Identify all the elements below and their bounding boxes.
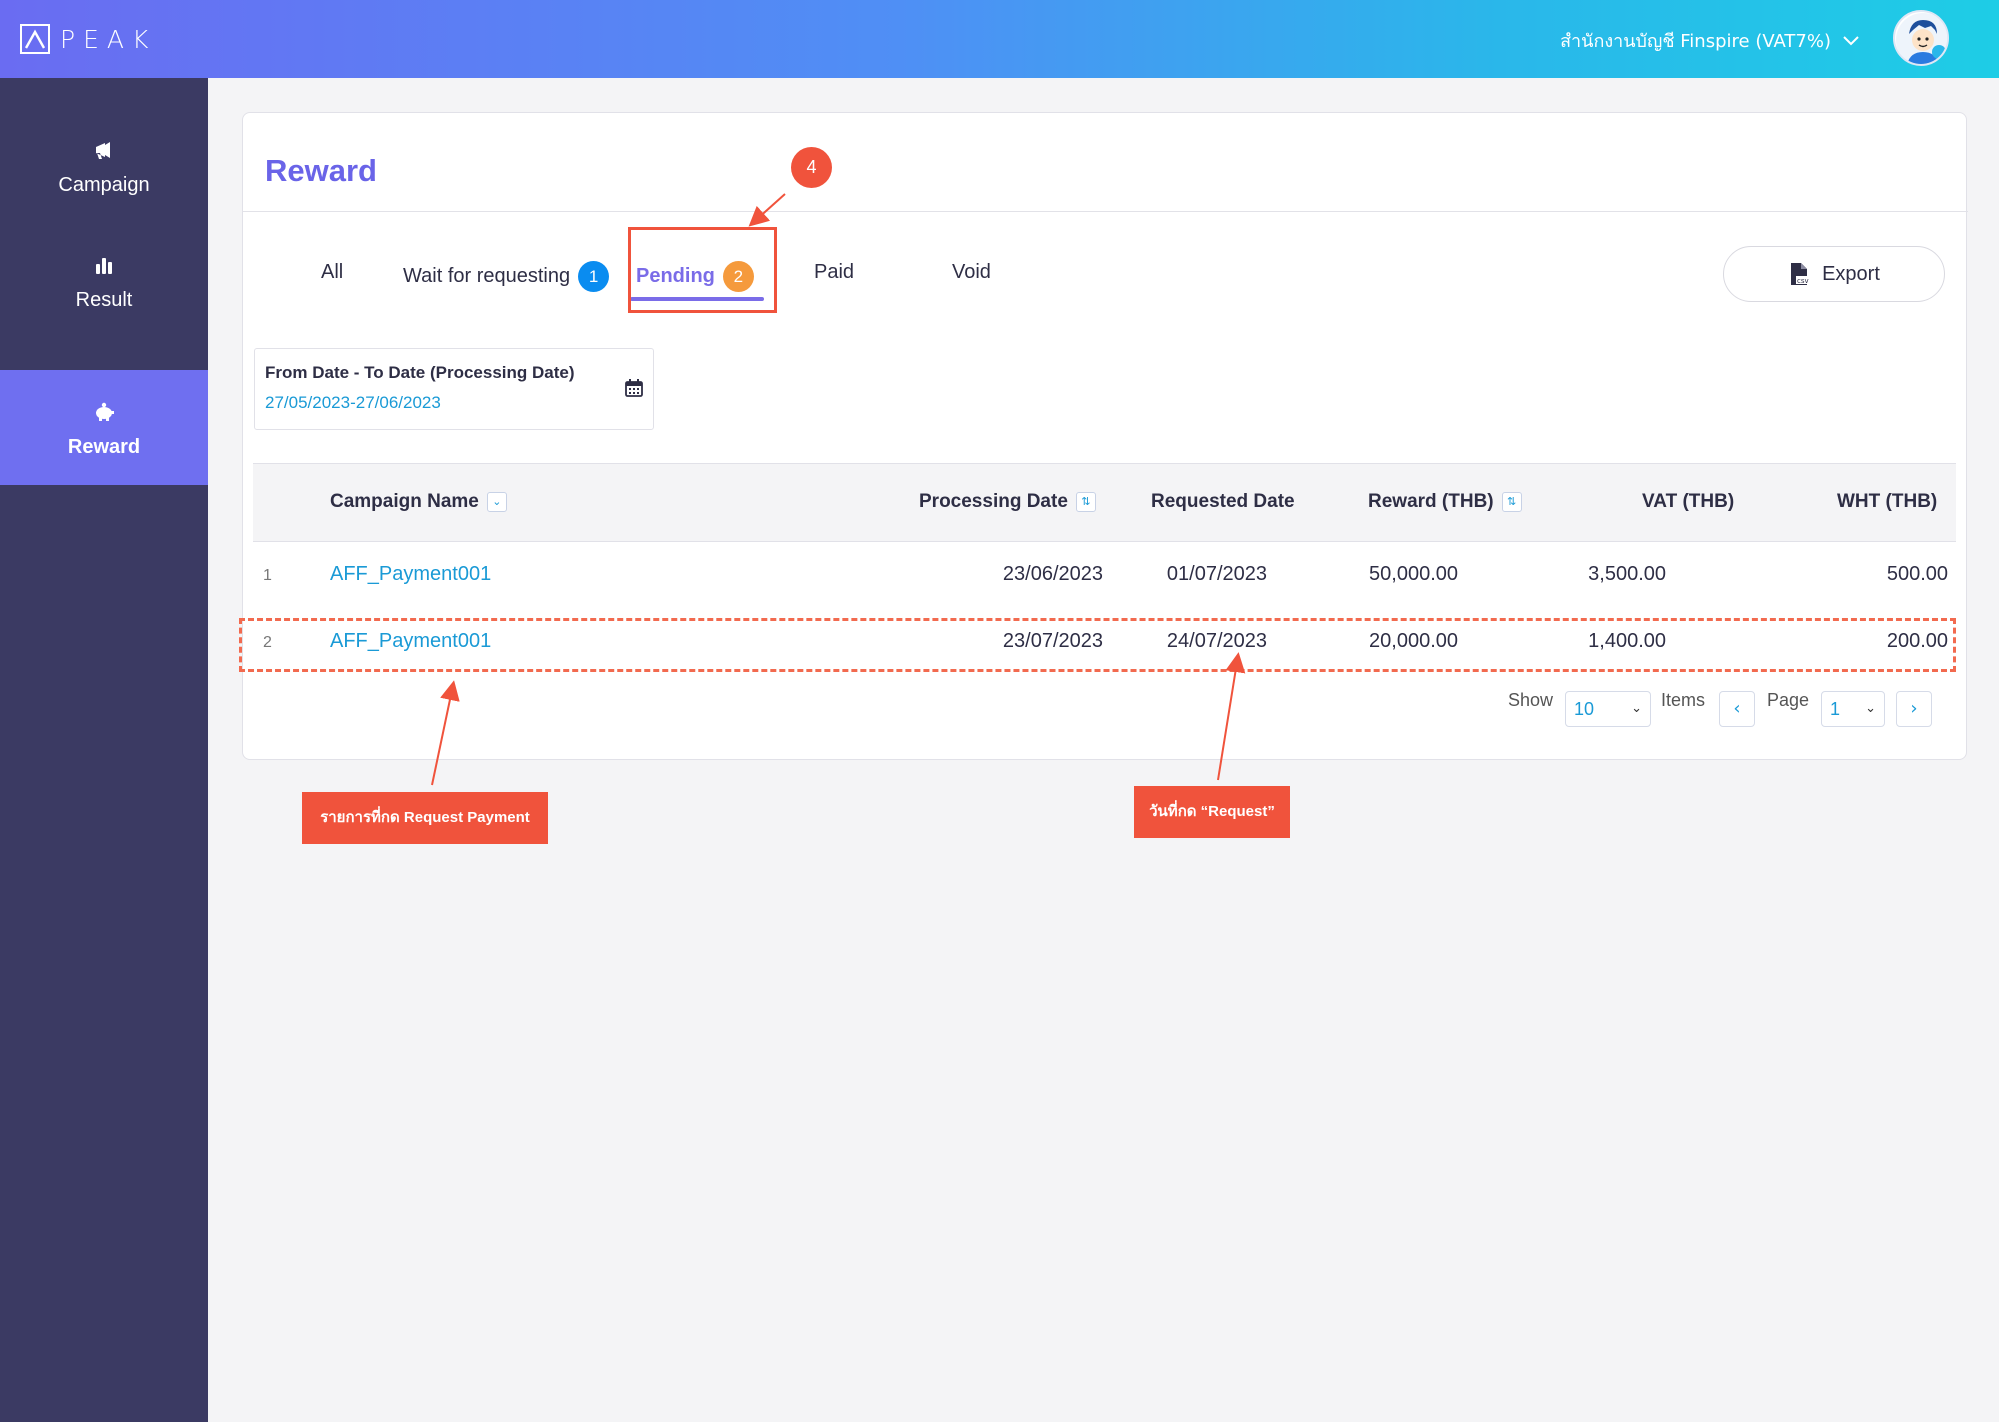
organization-selector[interactable]: สำนักงานบัญชี Finspire (VAT7%)	[1560, 26, 1859, 55]
sidebar-item-reward[interactable]: Reward	[0, 370, 208, 485]
count-badge: 1	[578, 261, 610, 292]
piggy-bank-icon	[96, 402, 114, 421]
megaphone-icon	[96, 142, 110, 159]
column-header-wht[interactable]: WHT (THB)	[1837, 491, 1937, 513]
date-range-filter[interactable]: From Date - To Date (Processing Date) 27…	[254, 348, 654, 430]
vat-cell: 3,500.00	[1588, 563, 1666, 585]
logo-mark-icon	[20, 24, 50, 54]
column-label: VAT (THB)	[1642, 491, 1735, 512]
annotation-label-request-payment: รายการที่กด Request Payment	[302, 792, 548, 844]
tab-paid[interactable]: Paid	[814, 261, 854, 284]
export-button[interactable]: csv Export	[1723, 246, 1945, 302]
tab-label: All	[321, 261, 344, 283]
tab-wait-for-requesting[interactable]: Wait for requesting 1	[403, 261, 610, 292]
date-filter-label: From Date - To Date (Processing Date)	[265, 363, 575, 382]
date-filter-value: 27/05/2023-27/06/2023	[265, 393, 441, 412]
wht-cell: 500.00	[1886, 563, 1948, 585]
table-header: Campaign Name ⌄ Processing Date ⇅ Reques…	[253, 463, 1956, 542]
column-header-requested-date[interactable]: Requested Date	[1151, 491, 1295, 513]
highlighted-row-annotation	[239, 618, 1956, 672]
pending-tab-highlight-annotation	[628, 227, 777, 313]
page-size-select[interactable]: 10 ⌄	[1565, 691, 1651, 727]
page-number-value: 1	[1830, 699, 1841, 719]
page-size-value: 10	[1574, 699, 1595, 719]
organization-name: สำนักงานบัญชี Finspire (VAT7%)	[1560, 31, 1831, 52]
page-title: Reward	[265, 153, 377, 188]
svg-text:csv: csv	[1797, 277, 1809, 285]
campaign-link[interactable]: AFF_Payment001	[330, 563, 491, 586]
sidebar-item-result[interactable]: Result	[0, 223, 208, 338]
column-label: Requested Date	[1151, 491, 1295, 512]
column-label: Reward (THB)	[1368, 491, 1494, 512]
chevron-down-icon: ⌄	[1631, 700, 1642, 715]
peak-logo[interactable]: PEAK	[20, 22, 156, 56]
tab-label: Paid	[814, 261, 855, 283]
user-avatar[interactable]	[1893, 10, 1949, 66]
csv-file-icon: csv	[1791, 263, 1811, 285]
sort-icon[interactable]: ⇅	[1075, 492, 1096, 512]
column-label: WHT (THB)	[1837, 491, 1938, 512]
column-label: Processing Date	[919, 491, 1068, 512]
processing-date-cell: 23/06/2023	[1002, 563, 1103, 585]
reward-card: Reward All Wait for requesting 1 Pending…	[239, 112, 1968, 760]
table-row[interactable]: 1 AFF_Payment001 23/06/2023 01/07/2023 5…	[253, 543, 1956, 609]
sidebar-item-campaign[interactable]: Campaign	[0, 108, 208, 223]
sidebar: Campaign Result Reward	[0, 78, 208, 1422]
reward-cell: 50,000.00	[1369, 563, 1458, 585]
logo-text: PEAK	[60, 24, 157, 54]
page-number-select[interactable]: 1 ⌄	[1821, 691, 1885, 727]
column-header-vat[interactable]: VAT (THB)	[1642, 491, 1734, 513]
tab-all[interactable]: All	[321, 261, 343, 284]
column-label: Campaign Name	[330, 491, 479, 512]
previous-page-button[interactable]: ‹	[1719, 691, 1755, 727]
sidebar-item-label: Result	[75, 289, 133, 311]
next-page-button[interactable]: ›	[1896, 691, 1932, 727]
step-number-badge: 4	[791, 147, 832, 188]
sidebar-item-label: Reward	[67, 436, 141, 458]
top-bar: PEAK สำนักงานบัญชี Finspire (VAT7%)	[0, 0, 1999, 78]
divider	[243, 211, 1968, 212]
sidebar-item-label: Campaign	[58, 174, 150, 196]
column-header-reward[interactable]: Reward (THB) ⇅	[1368, 491, 1522, 513]
show-label: Show	[1508, 690, 1554, 710]
bar-chart-icon	[96, 258, 112, 274]
requested-date-cell: 01/07/2023	[1166, 563, 1267, 585]
column-header-campaign-name[interactable]: Campaign Name ⌄	[330, 491, 507, 513]
annotation-label-request-date: วันที่กด “Request”	[1134, 786, 1290, 838]
sort-icon[interactable]: ⇅	[1501, 492, 1522, 512]
chevron-down-icon: ⌄	[1865, 700, 1876, 715]
tab-void[interactable]: Void	[952, 261, 991, 284]
tab-label: Void	[952, 261, 991, 283]
export-label: Export	[1822, 262, 1880, 285]
tab-label: Wait for requesting	[403, 265, 571, 287]
chevron-down-icon	[1843, 35, 1859, 45]
row-number: 1	[263, 567, 272, 584]
column-header-processing-date[interactable]: Processing Date ⇅	[919, 491, 1096, 513]
calendar-icon[interactable]	[625, 379, 643, 397]
page-label: Page	[1767, 690, 1810, 710]
filter-dropdown-icon[interactable]: ⌄	[486, 492, 507, 512]
items-label: Items	[1661, 690, 1706, 710]
